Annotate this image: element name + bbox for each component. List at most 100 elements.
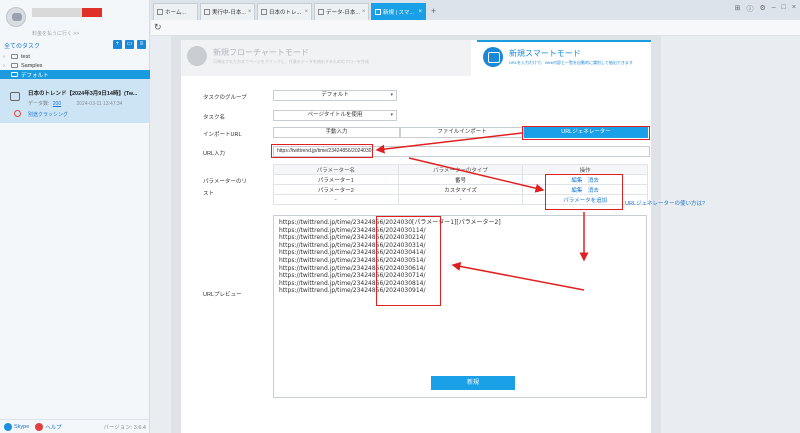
tree-item-label: Samples xyxy=(21,62,43,69)
create-button[interactable]: 新規 xyxy=(431,376,515,390)
chevron-down-icon[interactable]: ⌄ xyxy=(3,72,8,78)
url-input-label: URL入力 xyxy=(203,151,226,157)
import-file-button[interactable]: ファイルインポート xyxy=(400,127,524,138)
version-label: バージョン: 3.6.4 xyxy=(103,424,146,431)
preview-line: https://twittrend.jp/time/23424856/20240… xyxy=(279,226,426,234)
task-tree: › test › Samples ⌄ デフォルト 日本のトレンド【2024年3月… xyxy=(0,52,150,123)
tab-trend[interactable]: 日本のトレ... × xyxy=(257,3,312,20)
task-icon xyxy=(10,92,20,101)
smart-mode-title: 新規スマートモード xyxy=(509,49,581,58)
close-icon[interactable]: × xyxy=(248,9,252,15)
all-tasks-label[interactable]: 全てのタスク xyxy=(4,41,40,50)
user-name-redacted xyxy=(32,8,102,17)
close-icon[interactable]: × xyxy=(304,9,308,15)
tab-new-smart[interactable]: 新規 | スマ... × xyxy=(371,3,426,20)
col-header: パラメーター名 xyxy=(273,164,399,175)
task-name-select[interactable]: ページタイトルを使用 ▾ xyxy=(273,110,397,121)
group-select[interactable]: デフォルト ▾ xyxy=(273,90,397,101)
task-card[interactable]: 日本のトレンド【2024年3月9日14時】(Tw... データ数: 200 20… xyxy=(0,79,150,123)
help-icon[interactable] xyxy=(35,422,44,431)
tab-home[interactable]: ホーム... xyxy=(153,3,198,20)
close-icon[interactable]: × xyxy=(362,9,366,15)
sidebar-footer: Skype ヘルプ バージョン: 3.6.4 xyxy=(0,419,150,433)
skype-icon[interactable] xyxy=(4,422,12,431)
preview-line: https://twittrend.jp/time/23424856/20240… xyxy=(279,279,426,287)
start-crawl-link[interactable]: 別途クラッシング xyxy=(28,111,68,118)
param-ops: 編集 消去 xyxy=(522,184,648,195)
edit-link[interactable]: 編集 xyxy=(571,188,582,194)
sort-icon[interactable]: ≡ xyxy=(137,40,146,49)
page-icon xyxy=(204,9,210,15)
task-timestamp: 2024-03-11 13:47:34 xyxy=(76,101,123,107)
task-name-label: タスク名 xyxy=(203,115,226,121)
avatar[interactable] xyxy=(6,7,26,27)
chevron-right-icon[interactable]: › xyxy=(3,54,8,60)
new-tab-icon[interactable]: + xyxy=(431,6,436,16)
col-header: 操作 xyxy=(522,164,648,175)
smart-mode-icon xyxy=(483,47,503,67)
refresh-icon[interactable]: ↻ xyxy=(154,22,162,33)
edit-link[interactable]: 編集 xyxy=(571,178,582,184)
tree-item-default[interactable]: ⌄ デフォルト xyxy=(0,70,150,79)
smart-mode-card[interactable]: 新規スマートモード URLを入力だけで、Web内容と一覧を自動的に識別して抽出で… xyxy=(477,40,651,76)
upgrade-link[interactable]: 料金を払うに行く >> xyxy=(32,30,79,37)
tab-label: ホーム... xyxy=(165,10,186,16)
settings-icon[interactable]: ⚙ xyxy=(759,4,765,14)
tree-item-samples[interactable]: › Samples xyxy=(0,61,150,70)
flowchart-mode-card[interactable]: 新規フローチャートモード 可視化された方式でページをクリックし、任意のデータを抽… xyxy=(181,40,471,76)
chevron-right-icon[interactable]: › xyxy=(3,63,8,69)
url-preview-box[interactable]: https://twittrend.jp/time/23424856/20240… xyxy=(273,215,647,398)
start-icon xyxy=(14,110,21,117)
table-row: - - パラメータを追加 xyxy=(273,194,648,205)
folder-icon xyxy=(11,72,18,77)
preview-line: https://twittrend.jp/time/23424856/20240… xyxy=(279,234,426,242)
add-task-icon[interactable]: + xyxy=(113,40,122,49)
tree-item-test[interactable]: › test xyxy=(0,52,150,61)
preview-line: https://twittrend.jp/time/23424856/20240… xyxy=(279,256,426,264)
delete-link[interactable]: 消去 xyxy=(588,188,599,194)
param-name: - xyxy=(273,194,399,205)
table-header-row: パラメーター名 パラメーターのタイプ 操作 xyxy=(273,164,648,175)
preview-line: https://twittrend.jp/time/23424856/20240… xyxy=(279,287,426,295)
param-ops: 編集 消去 xyxy=(522,174,648,185)
data-count-label: データ数: xyxy=(28,101,50,107)
url-input[interactable]: https://twittrend.jp/time/23424856/20240… xyxy=(273,146,650,157)
info-icon[interactable]: ⓘ xyxy=(746,4,753,14)
folder-icon xyxy=(11,63,18,68)
task-title[interactable]: 日本のトレンド【2024年3月9日14時】(Tw... xyxy=(28,89,137,97)
import-manual-button[interactable]: 手動入力 xyxy=(273,127,400,138)
profile: 料金を払うに行く >> xyxy=(0,0,149,38)
table-row: パラメーター1 番号 編集 消去 xyxy=(273,174,648,185)
import-url-label: インポートURL xyxy=(203,132,242,138)
close-icon[interactable]: × xyxy=(418,9,422,15)
gift-icon[interactable]: ⊞ xyxy=(735,4,741,14)
task-name-value: ページタイトルを使用 xyxy=(307,112,363,118)
parameter-table: パラメーター名 パラメーターのタイプ 操作 パラメーター1 番号 編集 消去 パ… xyxy=(273,164,648,205)
param-type: - xyxy=(397,194,524,205)
add-parameter-link[interactable]: パラメータを追加 xyxy=(563,198,607,204)
preview-line: https://twittrend.jp/time/23424856/20240… xyxy=(279,249,426,257)
preview-line: https://twittrend.jp/time/23424856/20240… xyxy=(279,264,426,272)
tab-bar: ホーム... 実行中-日本... × 日本のトレ... × データ-日本... … xyxy=(151,0,800,20)
tab-running[interactable]: 実行中-日本... × xyxy=(200,3,255,20)
url-generator-button[interactable]: URLジェネレーター xyxy=(524,127,648,138)
url-generator-help-link[interactable]: URLジェネレーターの使い方は? xyxy=(625,199,705,207)
sidebar: 料金を払うに行く >> 全てのタスク + ▭ ≡ › test › Sample… xyxy=(0,0,150,433)
all-tasks-header: 全てのタスク + ▭ ≡ xyxy=(0,39,150,51)
tab-label: 日本のトレ... xyxy=(269,10,302,16)
task-meta: データ数: 200 2024-03-11 13:47:34 xyxy=(28,100,123,107)
minimize-icon[interactable]: – xyxy=(772,4,776,14)
new-task-panel: 新規フローチャートモード 可視化された方式でページをクリックし、任意のデータを抽… xyxy=(181,40,651,433)
tab-data[interactable]: データ-日本... × xyxy=(314,3,369,20)
tab-label: データ-日本... xyxy=(326,10,360,16)
data-count-link[interactable]: 200 xyxy=(53,101,61,107)
page-icon xyxy=(261,9,267,15)
delete-link[interactable]: 消去 xyxy=(588,178,599,184)
param-name: パラメーター2 xyxy=(273,184,399,195)
help-link[interactable]: ヘルプ xyxy=(45,423,62,431)
add-folder-icon[interactable]: ▭ xyxy=(125,40,134,49)
page-toolbar: ↻ xyxy=(151,20,800,36)
skype-link[interactable]: Skype xyxy=(14,424,29,430)
close-window-icon[interactable]: × xyxy=(792,4,796,14)
maximize-icon[interactable]: □ xyxy=(782,4,786,14)
